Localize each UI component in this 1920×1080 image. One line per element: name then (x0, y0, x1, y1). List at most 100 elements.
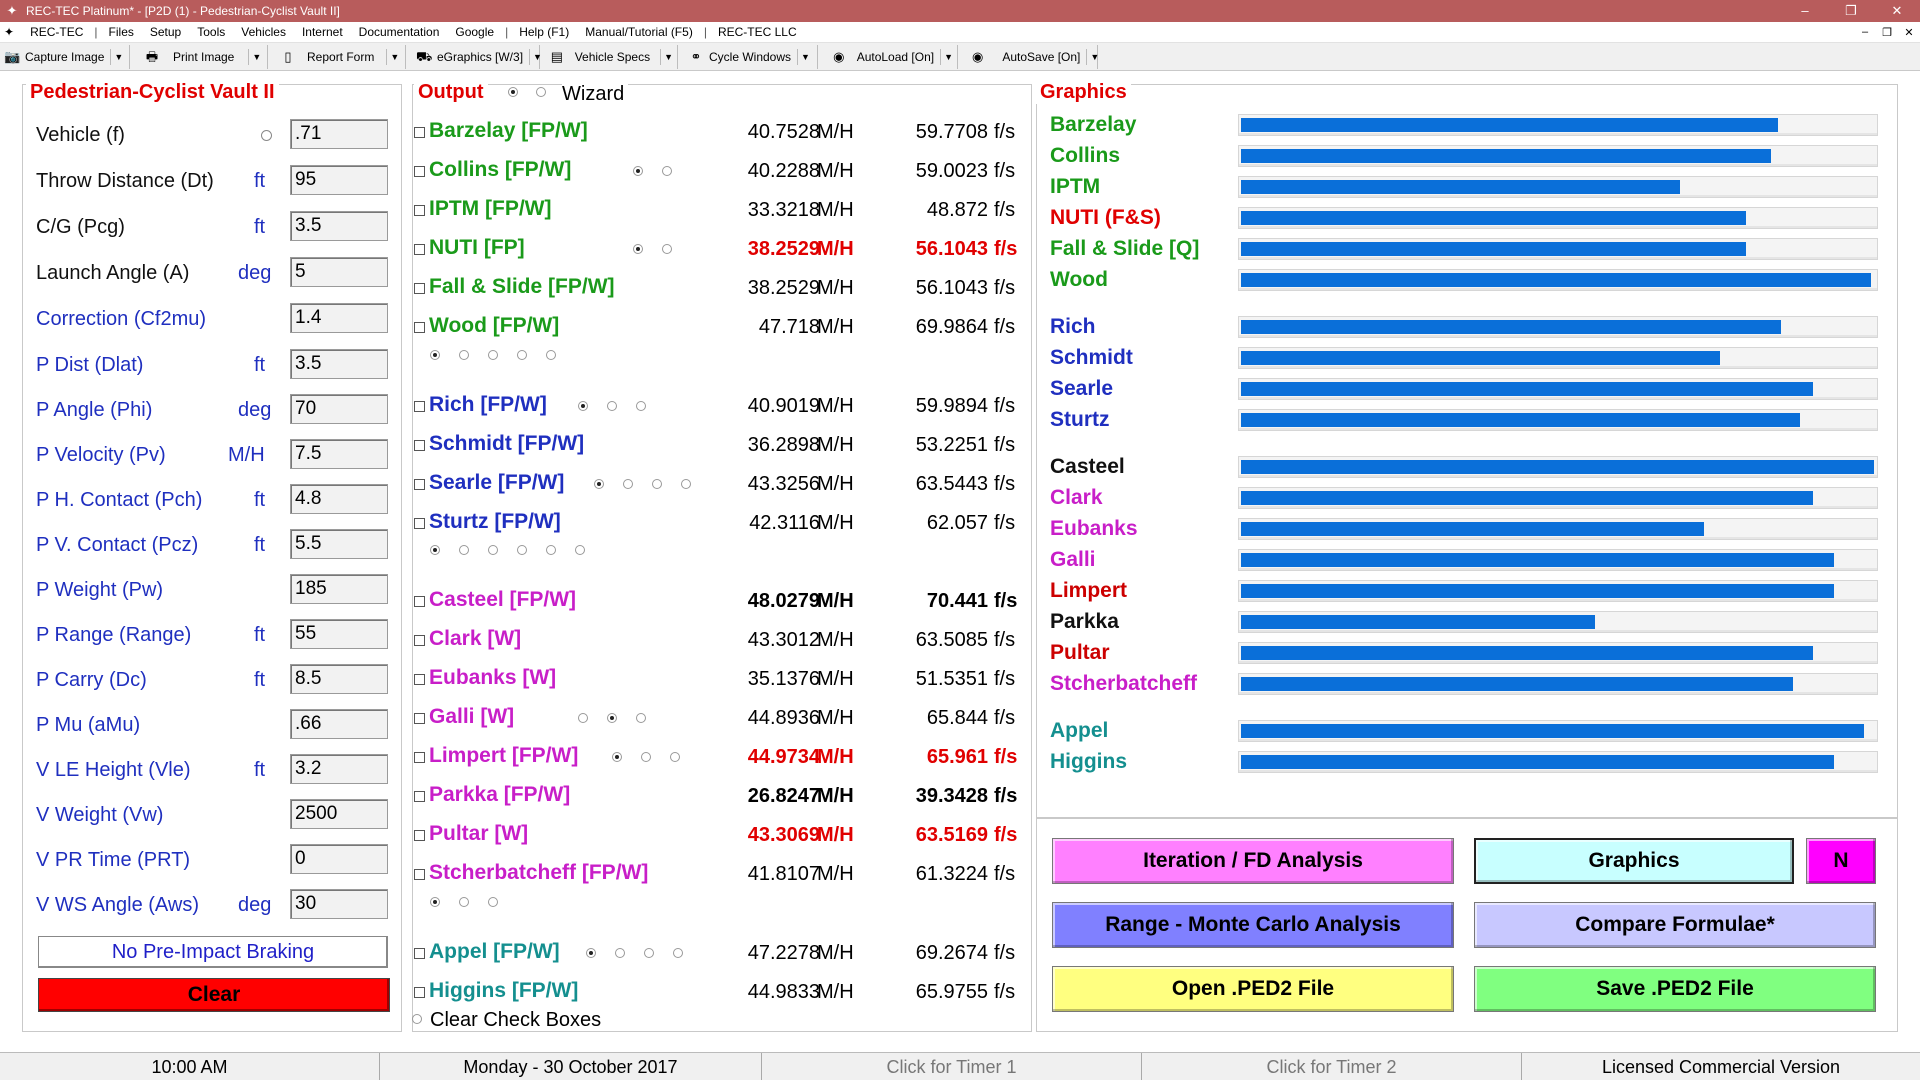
timer-2-button[interactable]: Click for Timer 2 (1142, 1053, 1522, 1080)
formula-option-radio[interactable] (586, 948, 596, 958)
n-button[interactable]: N (1806, 838, 1876, 884)
input-field[interactable] (290, 119, 388, 149)
menu-vehicles[interactable]: Vehicles (233, 25, 294, 39)
formula-option-radio[interactable] (673, 948, 683, 958)
result-checkbox[interactable] (414, 440, 425, 451)
compare-formulae-button[interactable]: Compare Formulae* (1474, 902, 1876, 948)
menu-rec-tec-llc[interactable]: REC-TEC LLC (710, 25, 805, 39)
formula-option-radio[interactable] (633, 244, 643, 254)
menu-tools[interactable]: Tools (189, 25, 233, 39)
result-checkbox[interactable] (414, 518, 425, 529)
result-checkbox[interactable] (414, 869, 425, 880)
result-checkbox[interactable] (414, 674, 425, 685)
formula-option-radio[interactable] (681, 479, 691, 489)
formula-option-radio[interactable] (612, 752, 622, 762)
menu-files[interactable]: Files (101, 25, 142, 39)
minimize-button[interactable]: – (1782, 0, 1828, 22)
formula-option-radio[interactable] (662, 244, 672, 254)
formula-option-radio[interactable] (633, 166, 643, 176)
menu-manual-tutorial[interactable]: Manual/Tutorial (F5) (577, 25, 701, 39)
menu-google[interactable]: Google (447, 25, 502, 39)
menu-rec-tec[interactable]: REC-TEC (22, 25, 91, 39)
group-option-radio[interactable] (517, 545, 527, 555)
result-checkbox[interactable] (414, 987, 425, 998)
cycle-windows-button[interactable]: ⚭ Cycle Windows ▼ (678, 44, 818, 69)
chevron-down-icon[interactable]: ▼ (110, 48, 123, 65)
close-button[interactable]: ✕ (1874, 0, 1920, 22)
group-option-radio[interactable] (459, 350, 469, 360)
input-field[interactable] (290, 799, 388, 829)
range-monte-carlo-button[interactable]: Range - Monte Carlo Analysis (1052, 902, 1454, 948)
group-option-radio[interactable] (488, 545, 498, 555)
restore-button[interactable]: ❐ (1828, 0, 1874, 22)
graphics-button[interactable]: Graphics (1474, 838, 1794, 884)
mdi-restore-button[interactable]: ❐ (1876, 26, 1898, 39)
chevron-down-icon[interactable]: ▼ (940, 48, 953, 65)
input-field[interactable] (290, 303, 388, 333)
input-field[interactable] (290, 257, 388, 287)
group-option-radio[interactable] (430, 545, 440, 555)
input-field[interactable] (290, 664, 388, 694)
menu-help[interactable]: Help (F1) (511, 25, 577, 39)
group-option-radio[interactable] (430, 897, 440, 907)
result-checkbox[interactable] (414, 322, 425, 333)
group-option-radio[interactable] (488, 897, 498, 907)
pre-impact-braking-button[interactable]: No Pre-Impact Braking (38, 936, 388, 968)
formula-option-radio[interactable] (578, 401, 588, 411)
input-field[interactable] (290, 439, 388, 469)
autosave-button[interactable]: ◉ AutoSave [On] ▼ (958, 44, 1099, 69)
result-checkbox[interactable] (414, 166, 425, 177)
mdi-minimize-button[interactable]: – (1854, 26, 1876, 39)
clear-button[interactable]: Clear (38, 978, 390, 1012)
result-checkbox[interactable] (414, 752, 425, 763)
input-field[interactable] (290, 349, 388, 379)
result-checkbox[interactable] (414, 244, 425, 255)
result-checkbox[interactable] (414, 948, 425, 959)
input-field[interactable] (290, 211, 388, 241)
result-checkbox[interactable] (414, 205, 425, 216)
result-checkbox[interactable] (414, 283, 425, 294)
result-checkbox[interactable] (414, 830, 425, 841)
group-option-radio[interactable] (517, 350, 527, 360)
report-form-button[interactable]: ▯ Report Form ▼ (268, 44, 406, 69)
clear-check-boxes-label[interactable]: Clear Check Boxes (430, 1009, 601, 1032)
result-checkbox[interactable] (414, 791, 425, 802)
formula-option-radio[interactable] (607, 401, 617, 411)
clear-check-boxes-radio[interactable] (412, 1014, 422, 1024)
formula-option-radio[interactable] (594, 479, 604, 489)
input-field[interactable] (290, 844, 388, 874)
save-ped2-file-button[interactable]: Save .PED2 File (1474, 966, 1876, 1012)
input-field[interactable] (290, 754, 388, 784)
group-option-radio[interactable] (488, 350, 498, 360)
result-checkbox[interactable] (414, 401, 425, 412)
formula-option-radio[interactable] (607, 713, 617, 723)
group-option-radio[interactable] (546, 350, 556, 360)
open-ped2-file-button[interactable]: Open .PED2 File (1052, 966, 1454, 1012)
formula-option-radio[interactable] (623, 479, 633, 489)
result-checkbox[interactable] (414, 479, 425, 490)
chevron-down-icon[interactable]: ▼ (660, 48, 673, 65)
menu-internet[interactable]: Internet (294, 25, 351, 39)
iteration-fd-analysis-button[interactable]: Iteration / FD Analysis (1052, 838, 1454, 884)
input-field[interactable] (290, 574, 388, 604)
capture-image-button[interactable]: 📷 Capture Image ▼ (0, 44, 130, 69)
input-field[interactable] (290, 619, 388, 649)
output-radio[interactable] (508, 87, 518, 97)
result-checkbox[interactable] (414, 127, 425, 138)
chevron-down-icon[interactable]: ▼ (1086, 48, 1099, 65)
formula-option-radio[interactable] (636, 713, 646, 723)
formula-option-radio[interactable] (670, 752, 680, 762)
input-field[interactable] (290, 394, 388, 424)
input-field[interactable] (290, 529, 388, 559)
timer-1-button[interactable]: Click for Timer 1 (762, 1053, 1142, 1080)
formula-option-radio[interactable] (615, 948, 625, 958)
vehicle-specs-button[interactable]: ▤ Vehicle Specs ▼ (540, 44, 678, 69)
print-image-button[interactable]: 🖶 Print Image ▼ (130, 44, 268, 69)
menu-documentation[interactable]: Documentation (351, 25, 448, 39)
input-field[interactable] (290, 484, 388, 514)
group-option-radio[interactable] (459, 545, 469, 555)
group-option-radio[interactable] (459, 897, 469, 907)
result-checkbox[interactable] (414, 596, 425, 607)
vehicle-f-radio[interactable] (261, 130, 272, 141)
chevron-down-icon[interactable]: ▼ (797, 48, 810, 65)
